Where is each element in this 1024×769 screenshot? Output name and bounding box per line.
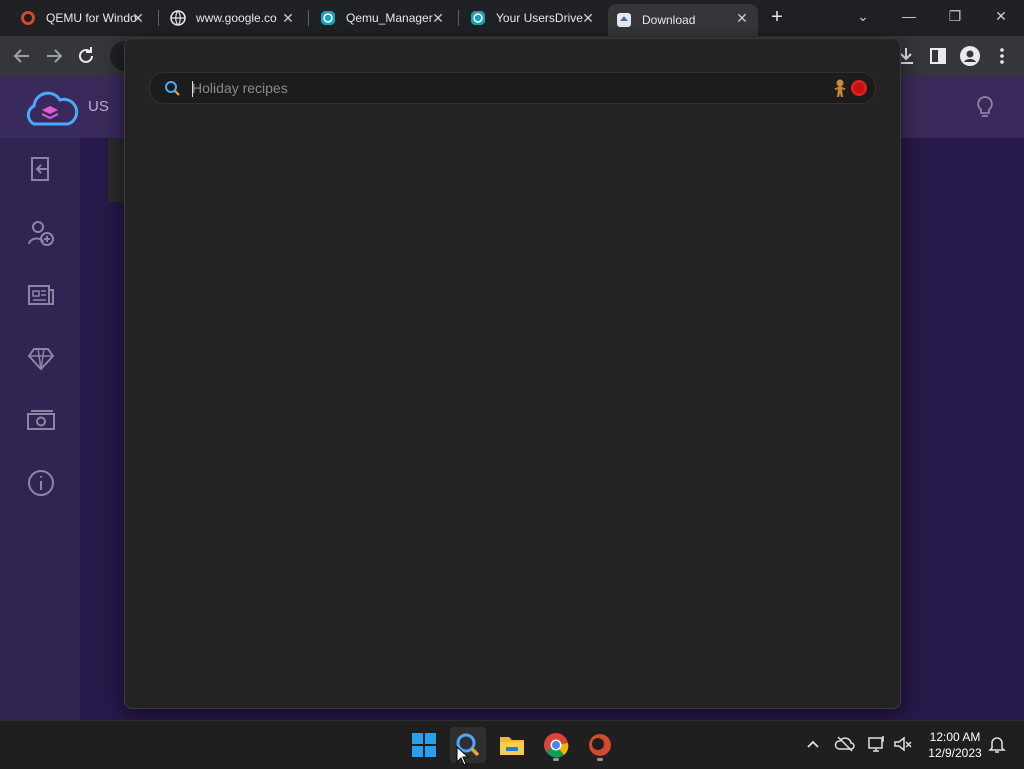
reload-icon <box>79 47 93 63</box>
header-title: US <box>88 98 109 115</box>
kebab-menu-icon <box>1000 48 1004 64</box>
search-box[interactable] <box>149 72 876 104</box>
search-icon <box>165 81 180 96</box>
chrome-taskbar-button[interactable] <box>538 727 574 763</box>
close-window-button[interactable]: ✕ <box>986 4 1016 28</box>
running-indicator <box>553 758 559 761</box>
tab-title: QEMU for Windo <box>46 11 137 25</box>
logout-icon[interactable] <box>26 154 56 184</box>
show-hidden-icons-button[interactable] <box>802 733 824 755</box>
text-caret <box>192 81 193 97</box>
start-button[interactable] <box>406 727 442 763</box>
tab-title: www.google.co <box>196 11 277 25</box>
profile-button[interactable] <box>958 44 982 68</box>
maximize-button[interactable]: ❐ <box>940 4 970 28</box>
close-tab-icon[interactable]: ✕ <box>430 10 446 26</box>
tab-title: Download <box>642 13 696 27</box>
bell-icon <box>988 737 1006 753</box>
cloud-logo-icon[interactable] <box>22 88 78 128</box>
chrome-menu-button[interactable] <box>990 44 1014 68</box>
running-indicator <box>597 758 603 761</box>
download-page-icon <box>617 13 631 27</box>
clock-time: 12:00 AM <box>929 730 981 744</box>
windows-search-panel <box>124 38 901 709</box>
browser-tab-strip: QEMU for Windo ✕ www.google.co ✕ Qemu_Ma… <box>0 0 1024 36</box>
side-panel-button[interactable] <box>926 44 950 68</box>
back-button[interactable] <box>10 44 34 68</box>
lightbulb-icon[interactable] <box>972 94 998 120</box>
chevron-up-icon <box>807 740 819 748</box>
close-tab-icon[interactable]: ✕ <box>734 10 750 26</box>
mouse-cursor-icon <box>456 746 470 766</box>
add-user-icon[interactable] <box>26 218 56 248</box>
close-tab-icon[interactable]: ✕ <box>580 10 596 26</box>
new-tab-button[interactable]: + <box>766 6 788 28</box>
money-icon[interactable] <box>26 405 56 435</box>
forward-button[interactable] <box>42 44 66 68</box>
usersdrive-icon <box>471 11 485 25</box>
news-icon[interactable] <box>26 280 56 310</box>
profile-icon <box>960 46 980 66</box>
volume-button[interactable] <box>892 733 914 755</box>
onedrive-button[interactable] <box>834 733 856 755</box>
qemu-taskbar-button[interactable] <box>582 727 618 763</box>
close-tab-icon[interactable]: ✕ <box>130 10 146 26</box>
network-button[interactable] <box>866 733 888 755</box>
reload-button[interactable] <box>74 44 98 68</box>
system-clock[interactable]: 12:00 AM 12/9/2023 <box>920 729 990 761</box>
tab-qemu-for-windows[interactable]: QEMU for Windo ✕ <box>12 4 154 32</box>
close-tab-icon[interactable]: ✕ <box>280 10 296 26</box>
tab-divider <box>308 10 309 26</box>
diamond-icon[interactable] <box>26 343 56 373</box>
cloud-offline-icon <box>834 736 855 752</box>
speaker-muted-icon <box>894 736 912 752</box>
tab-divider <box>158 10 159 26</box>
info-icon[interactable] <box>26 468 56 498</box>
tab-search-button[interactable]: ⌄ <box>848 4 878 28</box>
tab-title: Your UsersDrive <box>496 11 583 25</box>
tab-divider <box>458 10 459 26</box>
forward-arrow-icon <box>47 49 63 63</box>
gingerbread-doodle-icon[interactable] <box>830 78 870 98</box>
file-explorer-button[interactable] <box>494 727 530 763</box>
windows-start-icon <box>412 733 436 757</box>
qemu-manager-icon <box>321 11 335 25</box>
network-icon <box>868 736 884 752</box>
search-input[interactable] <box>192 77 792 99</box>
tab-download[interactable]: Download ✕ <box>608 4 758 36</box>
notifications-button[interactable] <box>986 733 1008 755</box>
clock-date: 12/9/2023 <box>928 746 982 760</box>
tab-usersdrive[interactable]: Your UsersDrive ✕ <box>462 4 604 32</box>
tab-qemu-manager[interactable]: Qemu_Manager ✕ <box>312 4 454 32</box>
side-panel-icon <box>930 48 946 64</box>
file-explorer-icon <box>500 737 524 755</box>
back-arrow-icon <box>13 49 29 63</box>
tab-title: Qemu_Manager <box>346 11 433 25</box>
windows-taskbar: 12:00 AM 12/9/2023 <box>0 720 1024 769</box>
tab-google[interactable]: www.google.co ✕ <box>162 4 304 32</box>
qemu-icon <box>21 11 35 25</box>
minimize-button[interactable]: — <box>894 4 924 28</box>
globe-icon <box>170 10 186 26</box>
